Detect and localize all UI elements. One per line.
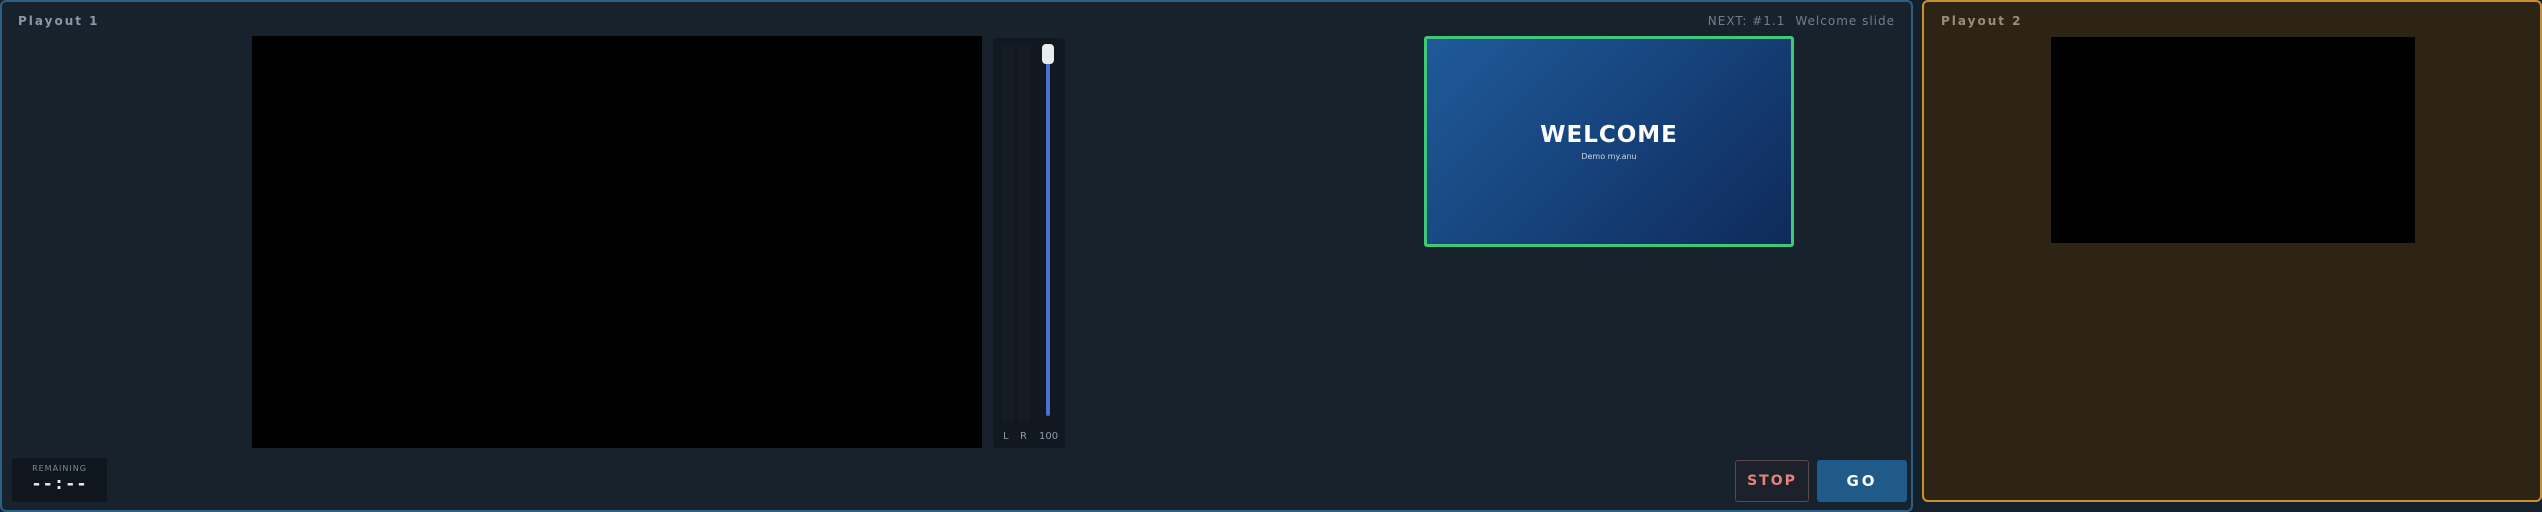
meter-left-label: L [1003,431,1009,442]
next-cue-name: Welcome slide [1795,14,1895,28]
playout-1-panel: Playout 1 NEXT: #1.1 Welcome slide L R 10… [0,0,1913,512]
go-button[interactable]: GO [1817,460,1907,502]
playout-2-panel: Playout 2 [1922,0,2542,502]
next-label: NEXT: [1707,14,1748,28]
remaining-timer: REMAINING --:-- [12,458,107,502]
meter-right-label: R [1020,431,1027,442]
next-slide-preview[interactable]: WELCOME Demo my.anu [1424,36,1794,247]
audio-meter: L R 100 [993,38,1065,448]
next-cue-indicator: NEXT: #1.1 Welcome slide [1708,14,1895,28]
playout-1-title: Playout 1 [18,14,100,28]
playout-2-video-output [2051,37,2415,243]
volume-fader-handle[interactable] [1042,44,1054,64]
playout-2-title: Playout 2 [1941,14,2023,28]
stop-button[interactable]: STOP [1735,460,1809,502]
remaining-label: REMAINING [32,464,87,473]
program-video-output [252,36,982,448]
meter-level-value: 100 [1039,431,1059,442]
preview-slide-subtitle: Demo my.anu [1581,152,1637,161]
meter-channel-left [1002,44,1014,422]
volume-fader-track[interactable] [1046,52,1050,416]
remaining-time-value: --:-- [31,474,88,494]
meter-channel-right [1018,44,1030,422]
next-cue-number: #1.1 [1752,14,1786,28]
preview-slide-title: WELCOME [1540,122,1678,148]
